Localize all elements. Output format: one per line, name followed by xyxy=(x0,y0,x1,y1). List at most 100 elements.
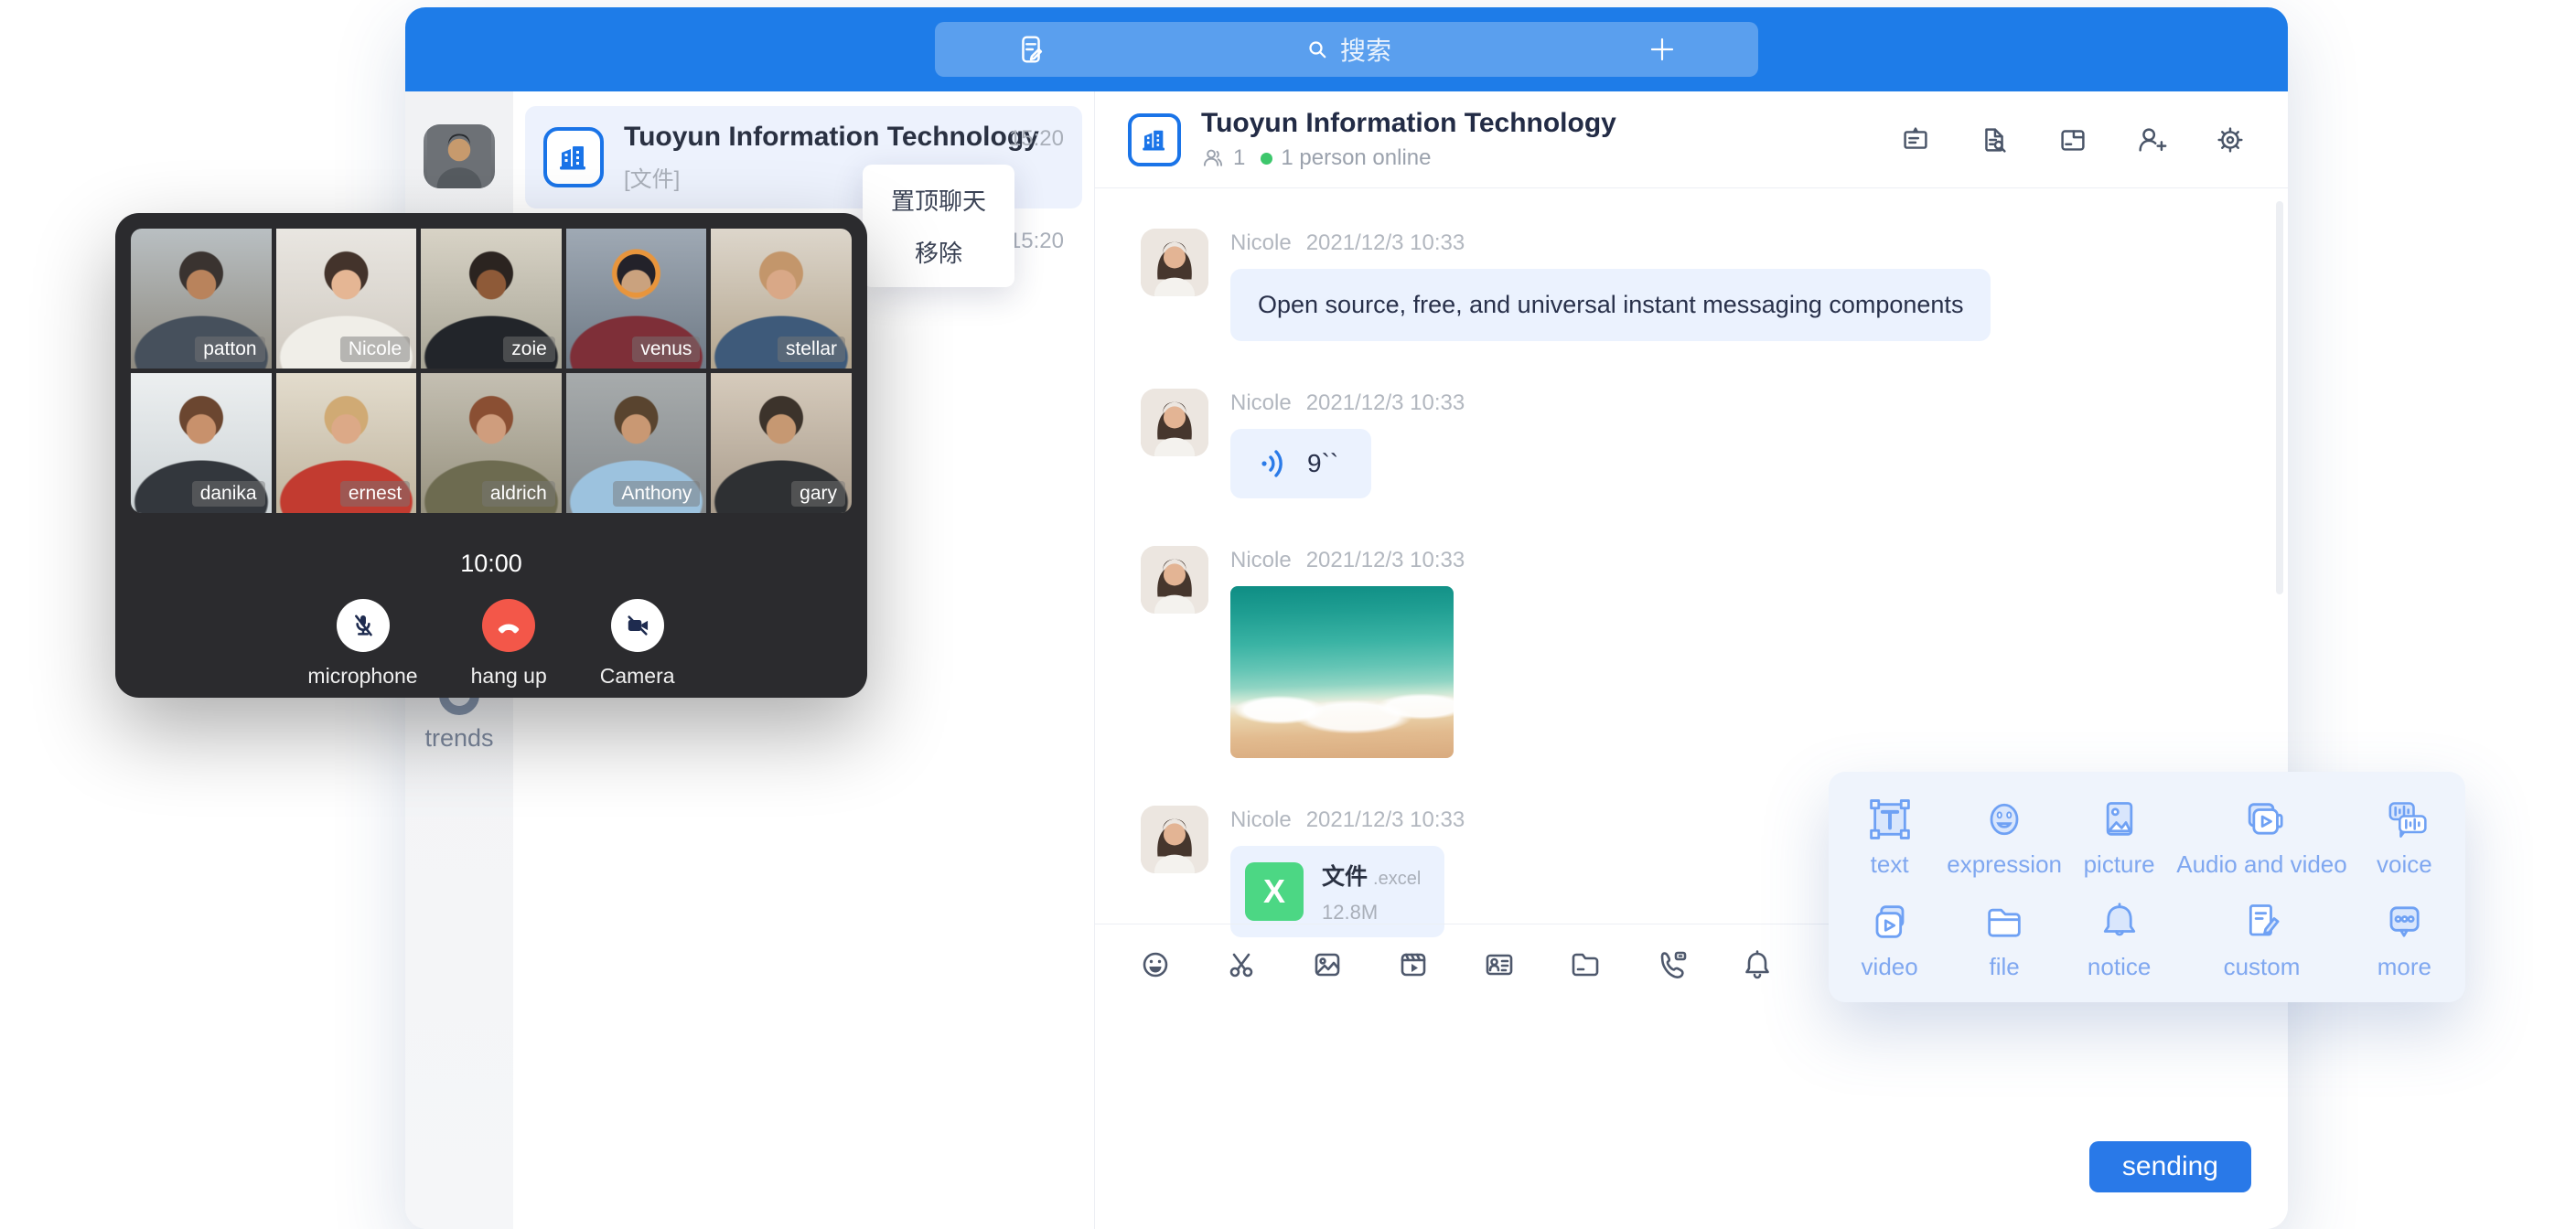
camera-control[interactable]: Camera xyxy=(600,599,675,689)
conversation-title: Tuoyun Information Technology xyxy=(624,122,1009,153)
top-bar: 搜索 xyxy=(405,7,2288,91)
add-member-icon[interactable] xyxy=(2134,123,2169,157)
message-time: 2021/12/3 10:33 xyxy=(1306,230,1465,256)
trends-label: trends xyxy=(424,724,493,753)
video-icon xyxy=(1864,896,1916,947)
video-call-panel: patton Nicole zoie venus stellar danika … xyxy=(115,213,867,698)
file-icon[interactable] xyxy=(2055,123,2090,157)
message-time: 2021/12/3 10:33 xyxy=(1306,390,1465,416)
conversation-time: 15:20 xyxy=(1009,229,1064,254)
screenshot-scissors-icon[interactable] xyxy=(1223,946,1260,983)
image-message-beach[interactable] xyxy=(1230,586,1454,758)
emoji-icon[interactable] xyxy=(1137,946,1174,983)
participant-tile: danika xyxy=(131,373,272,513)
message-text: Nicole2021/12/3 10:33 Open source, free,… xyxy=(1141,229,2288,341)
add-icon[interactable] xyxy=(1647,34,1678,65)
participant-tile: ernest xyxy=(276,373,417,513)
chat-subtitle: 1 1 person online xyxy=(1201,145,1616,171)
attach-label: video xyxy=(1862,953,1918,981)
chat-header: Tuoyun Information Technology 1 1 person… xyxy=(1095,91,2288,188)
notification-bell-icon[interactable] xyxy=(1739,946,1776,983)
attach-item-file[interactable]: file xyxy=(1947,896,2062,981)
participant-tile: Anthony xyxy=(566,373,707,513)
participant-name: stellar xyxy=(778,337,845,362)
attach-item-expression[interactable]: expression xyxy=(1947,794,2062,879)
group-avatar-icon xyxy=(543,127,604,187)
attach-label: notice xyxy=(2088,953,2151,981)
more-icon xyxy=(2378,896,2430,947)
attach-label: more xyxy=(2377,953,2431,981)
attach-item-audio-video[interactable]: Audio and video xyxy=(2176,794,2346,879)
expression-icon xyxy=(1979,794,2030,845)
participant-name: danika xyxy=(192,481,265,507)
mic-off-icon xyxy=(348,610,379,641)
custom-icon xyxy=(2236,896,2287,947)
hang-up-button[interactable] xyxy=(482,599,535,652)
participant-name: aldrich xyxy=(482,481,555,507)
hangup-control[interactable]: hang up xyxy=(471,599,547,689)
avatar[interactable] xyxy=(1141,389,1208,456)
chat-history-search-icon[interactable] xyxy=(1977,123,2012,157)
hang-up-icon xyxy=(493,610,524,641)
participant-grid: patton Nicole zoie venus stellar danika … xyxy=(131,229,852,513)
attach-item-voice[interactable]: voice xyxy=(2347,794,2462,879)
screenshot-stage: 搜索 trends xyxy=(0,0,2576,1229)
attach-item-video[interactable]: video xyxy=(1832,896,1947,981)
call-timer: 10:00 xyxy=(115,550,867,578)
members-icon xyxy=(1201,146,1225,170)
text-bubble[interactable]: Open source, free, and universal instant… xyxy=(1230,269,1991,341)
video-clip-icon[interactable] xyxy=(1395,946,1432,983)
voice-bubble[interactable]: 9`` xyxy=(1230,429,1371,498)
search-bar[interactable]: 搜索 xyxy=(935,22,1758,77)
file-name: 文件 xyxy=(1322,864,1368,890)
file-extension: .excel xyxy=(1373,869,1421,889)
my-avatar[interactable] xyxy=(424,124,495,188)
camera-off-button[interactable] xyxy=(611,599,664,652)
conversation-list-icon[interactable] xyxy=(1014,32,1048,67)
call-controls: microphone hang up Camer xyxy=(115,599,867,689)
conversation-time: 15:20 xyxy=(1009,126,1064,152)
attach-item-text[interactable]: text xyxy=(1832,794,1947,879)
participant-name: venus xyxy=(632,337,700,362)
search-field[interactable]: 搜索 xyxy=(1048,31,1647,68)
participant-name: Nicole xyxy=(340,337,410,362)
message-voice: Nicole 2021/12/3 10:33 9`` xyxy=(1141,389,2288,498)
attach-item-custom[interactable]: custom xyxy=(2176,896,2346,981)
menu-item-pin-chat[interactable]: 置顶聊天 xyxy=(891,183,986,217)
participant-name: ernest xyxy=(340,481,410,507)
microphone-control[interactable]: microphone xyxy=(307,599,417,689)
voice-wave-icon xyxy=(1258,447,1291,480)
participant-name: zoie xyxy=(503,337,555,362)
avatar[interactable] xyxy=(1141,546,1208,614)
picture-icon[interactable] xyxy=(1309,946,1346,983)
microphone-mute-button[interactable] xyxy=(337,599,390,652)
attach-label: voice xyxy=(2377,850,2432,879)
announcement-icon[interactable] xyxy=(1898,123,1933,157)
scrollbar[interactable] xyxy=(2276,201,2283,594)
contact-card-icon[interactable] xyxy=(1481,946,1518,983)
notice-bell-icon xyxy=(2094,896,2145,947)
message-time: 2021/12/3 10:33 xyxy=(1306,807,1465,833)
participant-tile: Nicole xyxy=(276,229,417,369)
avatar[interactable] xyxy=(1141,806,1208,873)
online-status: 1 person online xyxy=(1281,145,1431,171)
file-folder-icon xyxy=(1979,896,2030,947)
folder-icon[interactable] xyxy=(1567,946,1604,983)
participant-tile: aldrich xyxy=(421,373,562,513)
online-dot xyxy=(1261,153,1272,165)
attach-item-picture[interactable]: picture xyxy=(2062,794,2176,879)
participant-name: patton xyxy=(195,337,264,362)
attach-label: file xyxy=(1989,953,2019,981)
video-call-icon[interactable] xyxy=(1653,946,1690,983)
chat-header-actions xyxy=(1898,123,2248,157)
file-size: 12.8M xyxy=(1322,901,1421,924)
send-button[interactable]: sending xyxy=(2089,1141,2251,1192)
participant-tile: gary xyxy=(711,373,852,513)
attach-item-more[interactable]: more xyxy=(2347,896,2462,981)
menu-item-remove[interactable]: 移除 xyxy=(915,235,962,269)
sender-name: Nicole xyxy=(1230,390,1292,416)
attach-item-notice[interactable]: notice xyxy=(2062,896,2176,981)
participant-tile: venus xyxy=(566,229,707,369)
avatar[interactable] xyxy=(1141,229,1208,296)
settings-gear-icon[interactable] xyxy=(2213,123,2248,157)
